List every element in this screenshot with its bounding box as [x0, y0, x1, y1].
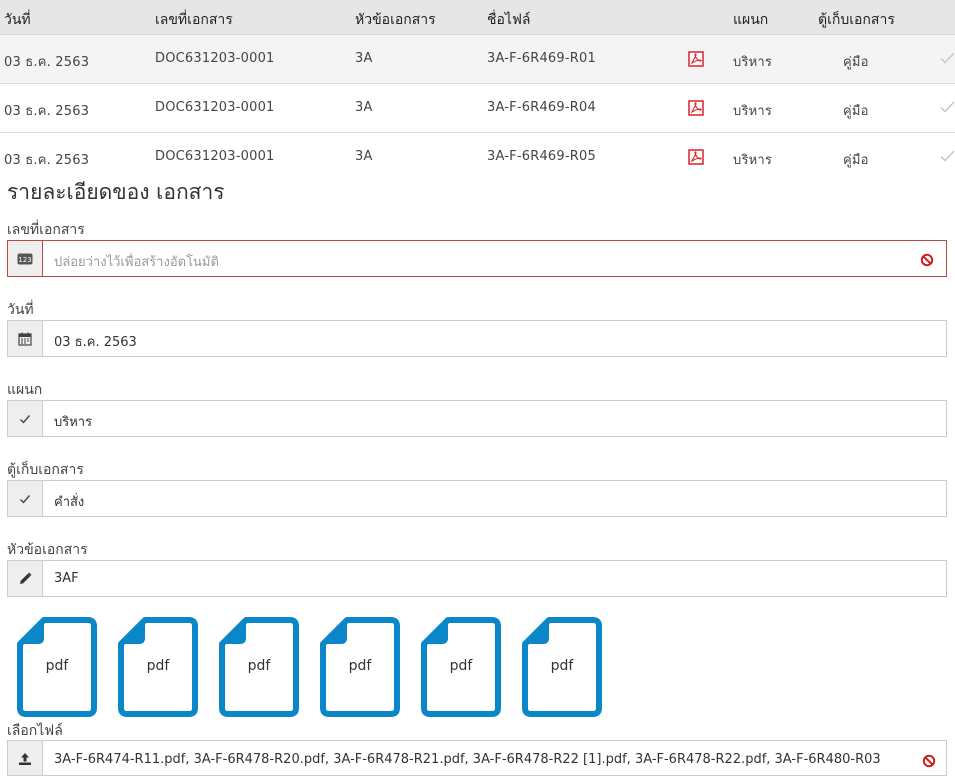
row-file-name: 3A-F-6R469-R01 — [487, 51, 596, 66]
file-ext-label: pdf — [146, 658, 170, 674]
row-date: 03 ธ.ค. 2563 — [4, 153, 90, 168]
pdf-icon[interactable] — [688, 51, 704, 67]
subject-value: 3AF — [54, 571, 79, 586]
file-thumbnail[interactable]: pdf — [319, 616, 401, 718]
row-department: บริหาร — [733, 153, 773, 168]
row-date: 03 ธ.ค. 2563 — [4, 55, 90, 70]
check-icon — [8, 481, 43, 516]
row-cabinet: คู่มือ — [843, 104, 869, 119]
header-cabinet[interactable]: ตู้เก็บเอกสาร — [818, 9, 895, 31]
subject-field[interactable]: 3AF — [7, 560, 947, 597]
subject-label: หัวข้อเอกสาร — [7, 542, 88, 558]
row-date: 03 ธ.ค. 2563 — [4, 104, 90, 119]
cabinet-label: ตู้เก็บเอกสาร — [7, 462, 84, 478]
date-value: 03 ธ.ค. 2563 — [54, 335, 137, 350]
file-thumbnail[interactable]: pdf — [521, 616, 603, 718]
row-subject: 3A — [355, 100, 373, 115]
table-row[interactable]: 03 ธ.ค. 2563 DOC631203-0001 3A 3A-F-6R46… — [0, 84, 955, 133]
ban-icon[interactable] — [920, 252, 934, 267]
upload-icon[interactable] — [8, 741, 43, 775]
document-table: วันที่ เลขที่เอกสาร หัวข้อเอกสาร ชื่อไฟล… — [0, 0, 955, 172]
date-field[interactable]: 03 ธ.ค. 2563 — [7, 320, 947, 357]
cabinet-value: คำสั่ง — [54, 495, 85, 510]
pdf-icon[interactable] — [688, 149, 704, 165]
header-file-name[interactable]: ชื่อไฟล์ — [487, 9, 530, 31]
file-ext-label: pdf — [45, 658, 69, 674]
row-subject: 3A — [355, 51, 373, 66]
dept-label: แผนก — [7, 382, 43, 398]
ban-icon[interactable] — [922, 753, 936, 768]
header-date[interactable]: วันที่ — [4, 9, 31, 31]
cabinet-field[interactable]: คำสั่ง — [7, 480, 947, 517]
doc-no-label: เลขที่เอกสาร — [7, 222, 85, 238]
row-department: บริหาร — [733, 55, 773, 70]
file-ext-label: pdf — [449, 658, 473, 674]
row-subject: 3A — [355, 149, 373, 164]
table-header: วันที่ เลขที่เอกสาร หัวข้อเอกสาร ชื่อไฟล… — [0, 0, 955, 35]
123-icon: 123 — [8, 241, 43, 276]
file-thumbnail[interactable]: pdf — [218, 616, 300, 718]
file-thumbnail[interactable]: pdf — [420, 616, 502, 718]
file-thumbnail[interactable]: pdf — [16, 616, 98, 718]
date-label: วันที่ — [7, 302, 34, 318]
row-doc-no: DOC631203-0001 — [155, 51, 275, 66]
row-doc-no: DOC631203-0001 — [155, 149, 275, 164]
table-row[interactable]: 03 ธ.ค. 2563 DOC631203-0001 3A 3A-F-6R46… — [0, 133, 955, 172]
row-department: บริหาร — [733, 104, 773, 119]
detail-title: รายละเอียดของ เอกสาร — [7, 180, 225, 204]
row-doc-no: DOC631203-0001 — [155, 100, 275, 115]
header-department[interactable]: แผนก — [733, 9, 768, 31]
header-subject[interactable]: หัวข้อเอกสาร — [355, 9, 436, 31]
chosen-file-names: 3A-F-6R474-R11.pdf, 3A-F-6R478-R20.pdf, … — [54, 752, 881, 767]
svg-text:123: 123 — [18, 256, 31, 264]
row-cabinet: คู่มือ — [843, 55, 869, 70]
choose-file-field[interactable]: 3A-F-6R474-R11.pdf, 3A-F-6R478-R20.pdf, … — [7, 740, 947, 776]
file-ext-label: pdf — [348, 658, 372, 674]
doc-no-field[interactable]: 123 ปล่อยว่างไว้เพื่อสร้างอัตโนมัติ — [7, 240, 947, 277]
check-icon[interactable] — [938, 98, 955, 116]
pencil-icon — [8, 561, 43, 596]
file-ext-label: pdf — [550, 658, 574, 674]
table-row[interactable]: 03 ธ.ค. 2563 DOC631203-0001 3A 3A-F-6R46… — [0, 35, 955, 84]
doc-no-placeholder: ปล่อยว่างไว้เพื่อสร้างอัตโนมัติ — [54, 255, 219, 270]
pdf-icon[interactable] — [688, 100, 704, 116]
file-ext-label: pdf — [247, 658, 271, 674]
row-file-name: 3A-F-6R469-R04 — [487, 100, 596, 115]
header-doc-no[interactable]: เลขที่เอกสาร — [155, 9, 233, 31]
file-thumbnail[interactable]: pdf — [117, 616, 199, 718]
dept-field[interactable]: บริหาร — [7, 400, 947, 437]
row-cabinet: คู่มือ — [843, 153, 869, 168]
check-icon[interactable] — [938, 147, 955, 165]
choose-file-label: เลือกไฟล์ — [7, 723, 63, 739]
dept-value: บริหาร — [54, 415, 93, 430]
check-icon — [8, 401, 43, 436]
check-icon[interactable] — [938, 49, 955, 67]
calendar-icon — [8, 321, 43, 356]
row-file-name: 3A-F-6R469-R05 — [487, 149, 596, 164]
